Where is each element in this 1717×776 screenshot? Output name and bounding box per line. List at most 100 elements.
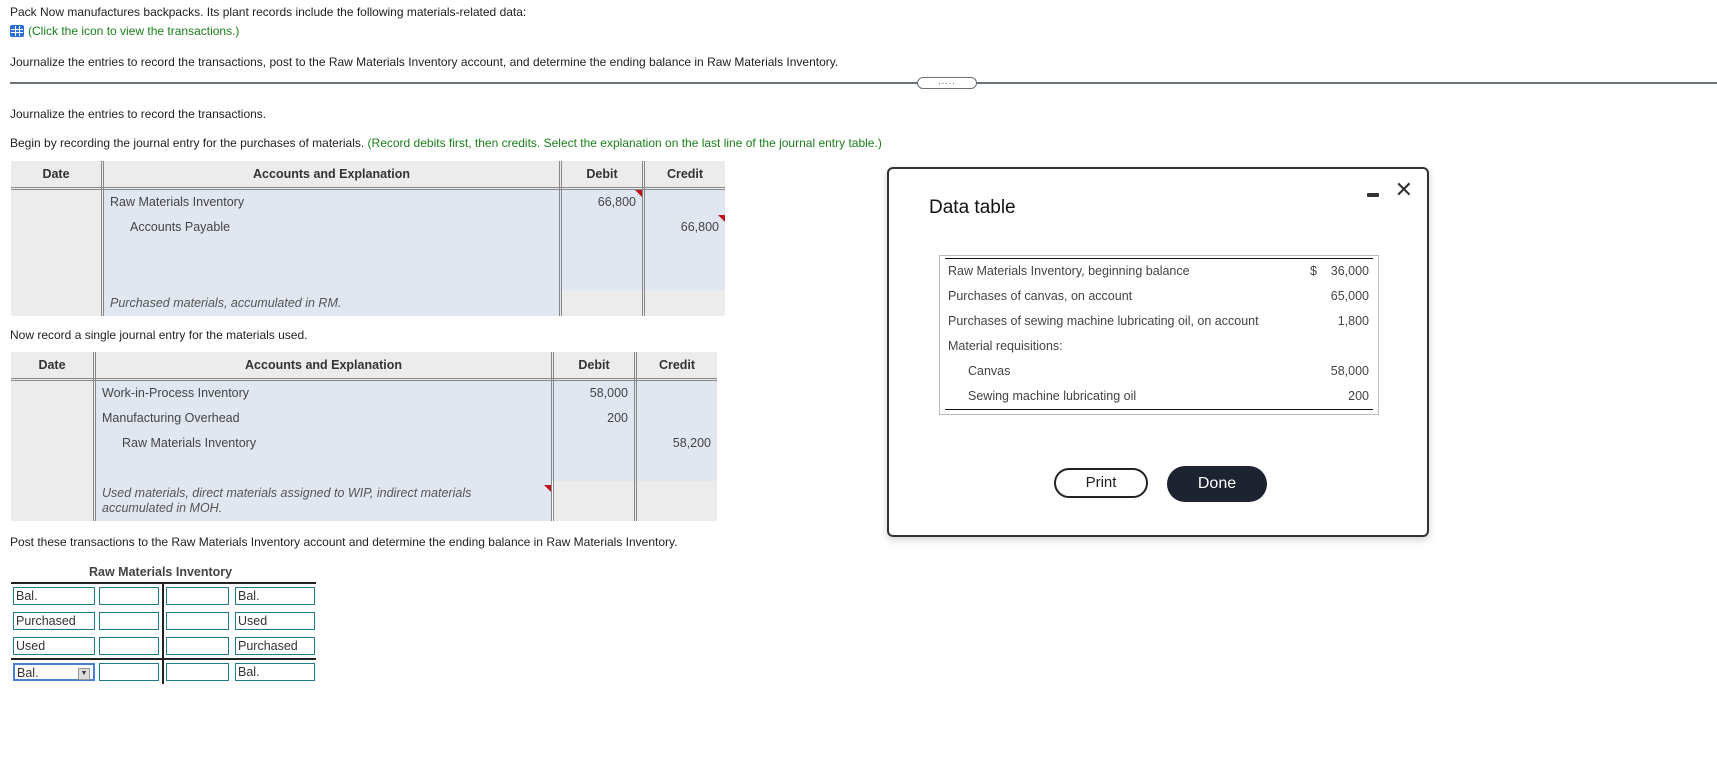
left-amount-input[interactable] (99, 637, 159, 655)
left-label-select[interactable]: Bal. (13, 587, 95, 605)
error-flag-icon (544, 485, 551, 492)
credit-field[interactable] (637, 381, 717, 406)
view-transactions-text[interactable]: (Click the icon to view the transactions… (28, 24, 239, 38)
data-value: 1,800 (1337, 314, 1369, 328)
right-label-select-text: Bal. (238, 589, 260, 603)
left-label-select-text: Purchased (16, 614, 76, 628)
t-account-title: Raw Materials Inventory (89, 565, 233, 579)
data-label: Purchases of sewing machine lubricating … (948, 314, 1259, 328)
part3-prompt: Post these transactions to the Raw Mater… (10, 535, 678, 549)
left-amount-input[interactable] (99, 587, 159, 605)
journal-table-materials-used: Date Accounts and Explanation Debit Cred… (11, 352, 717, 521)
credit-field[interactable] (645, 190, 725, 215)
data-row: Material requisitions: (945, 334, 1373, 359)
left-label-select[interactable]: Used (13, 637, 95, 655)
data-row: Sewing machine lubricating oil 200 (945, 384, 1373, 409)
left-label-select[interactable]: Purchased (13, 612, 95, 630)
credit-field[interactable]: 58,200 (637, 431, 717, 456)
left-label-select-text: Bal. (16, 589, 38, 603)
right-label-select[interactable]: Bal. (235, 587, 315, 605)
account-field[interactable]: Manufacturing Overhead (96, 406, 551, 431)
credit-field[interactable] (637, 406, 717, 431)
left-amount-input[interactable] (99, 663, 159, 681)
explanation-select[interactable]: Purchased materials, accumulated in RM. (104, 296, 559, 310)
right-amount-input[interactable] (166, 587, 229, 605)
data-row: Canvas 58,000 (945, 359, 1373, 384)
currency-symbol: $ (1310, 264, 1317, 278)
resize-handle[interactable]: ..... (917, 77, 977, 89)
header-credit: Credit (643, 161, 725, 190)
right-amount-input[interactable] (166, 663, 229, 681)
debit-field-blank (552, 481, 637, 521)
data-label: Raw Materials Inventory, beginning balan… (948, 264, 1190, 278)
left-label-select[interactable]: Bal. ▼ (13, 663, 95, 681)
right-label-select[interactable]: Used (235, 612, 315, 630)
right-label-select[interactable]: Bal. (235, 663, 315, 681)
data-row: Raw Materials Inventory, beginning balan… (945, 259, 1373, 284)
data-row: Purchases of sewing machine lubricating … (945, 309, 1373, 334)
credit-field-blank (643, 290, 725, 316)
data-value: 58,000 (1330, 364, 1369, 378)
minimize-icon[interactable] (1367, 193, 1379, 197)
data-label: Canvas (968, 364, 1011, 378)
done-button[interactable]: Done (1167, 466, 1267, 502)
view-transactions-link[interactable]: (Click the icon to view the transactions… (10, 24, 239, 38)
part1-prompt-text: Begin by recording the journal entry for… (10, 136, 365, 150)
print-button[interactable]: Print (1054, 468, 1148, 498)
account-field[interactable]: Work-in-Process Inventory (96, 381, 551, 406)
date-cell[interactable] (11, 379, 96, 521)
data-label: Sewing machine lubricating oil (968, 389, 1137, 403)
data-table-dialog: Data table ✕ Raw Materials Inventory, be… (887, 167, 1429, 537)
t-account-total-rule (11, 658, 316, 660)
part1-heading: Journalize the entries to record the tra… (10, 107, 267, 121)
account-field[interactable]: Raw Materials Inventory (96, 431, 551, 456)
right-label-select[interactable]: Purchased (235, 637, 315, 655)
dropdown-arrow-icon[interactable]: ▼ (78, 668, 90, 680)
header-accounts: Accounts and Explanation (94, 352, 554, 381)
error-flag-icon (718, 215, 725, 222)
left-label-select-text: Used (16, 639, 46, 653)
credit-field-blank (635, 481, 717, 521)
right-amount-input[interactable] (166, 637, 229, 655)
part1-hint: (Record debits first, then credits. Sele… (367, 136, 882, 150)
debit-field[interactable]: 58,000 (554, 381, 634, 406)
header-date: Date (11, 352, 96, 381)
date-cell[interactable] (11, 188, 104, 316)
part1-prompt: Begin by recording the journal entry for… (10, 136, 882, 150)
right-label-select-text: Purchased (238, 639, 298, 653)
error-flag-icon (635, 190, 642, 197)
table-grid-icon[interactable] (10, 25, 24, 37)
debit-field[interactable] (554, 431, 634, 456)
header-date: Date (11, 161, 104, 190)
data-value: 200 (1348, 389, 1369, 403)
credit-value: 66,800 (680, 220, 719, 234)
part2-prompt: Now record a single journal entry for th… (10, 328, 308, 342)
data-value: 36,000 (1330, 264, 1369, 278)
header-credit: Credit (635, 352, 717, 381)
right-label-select-text: Bal. (238, 665, 260, 679)
explanation-select[interactable]: Used materials, direct materials assigne… (96, 486, 502, 516)
account-field[interactable]: Accounts Payable (104, 215, 559, 240)
header-accounts: Accounts and Explanation (102, 161, 562, 190)
close-icon[interactable]: ✕ (1395, 179, 1413, 201)
data-value: 65,000 (1330, 289, 1369, 303)
right-amount-input[interactable] (166, 612, 229, 630)
left-amount-input[interactable] (99, 612, 159, 630)
journal-table-purchases: Date Accounts and Explanation Debit Cred… (11, 161, 725, 316)
header-debit: Debit (552, 352, 637, 381)
instruction-text: Journalize the entries to record the tra… (10, 55, 839, 69)
problem-text: Pack Now manufactures backpacks. Its pla… (10, 5, 527, 19)
debit-field[interactable]: 66,800 (562, 190, 642, 215)
debit-value: 66,800 (597, 195, 636, 209)
debit-field[interactable]: 200 (554, 406, 634, 431)
credit-field[interactable]: 66,800 (645, 215, 725, 240)
data-table: Raw Materials Inventory, beginning balan… (939, 255, 1379, 415)
header-debit: Debit (560, 161, 645, 190)
debit-field[interactable] (562, 215, 642, 240)
data-row: Purchases of canvas, on account 65,000 (945, 284, 1373, 309)
right-label-select-text: Used (238, 614, 268, 628)
data-label: Material requisitions: (948, 339, 1063, 353)
data-label: Purchases of canvas, on account (948, 289, 1133, 303)
account-field[interactable]: Raw Materials Inventory (104, 190, 559, 215)
left-label-select-text: Bal. (17, 666, 39, 680)
